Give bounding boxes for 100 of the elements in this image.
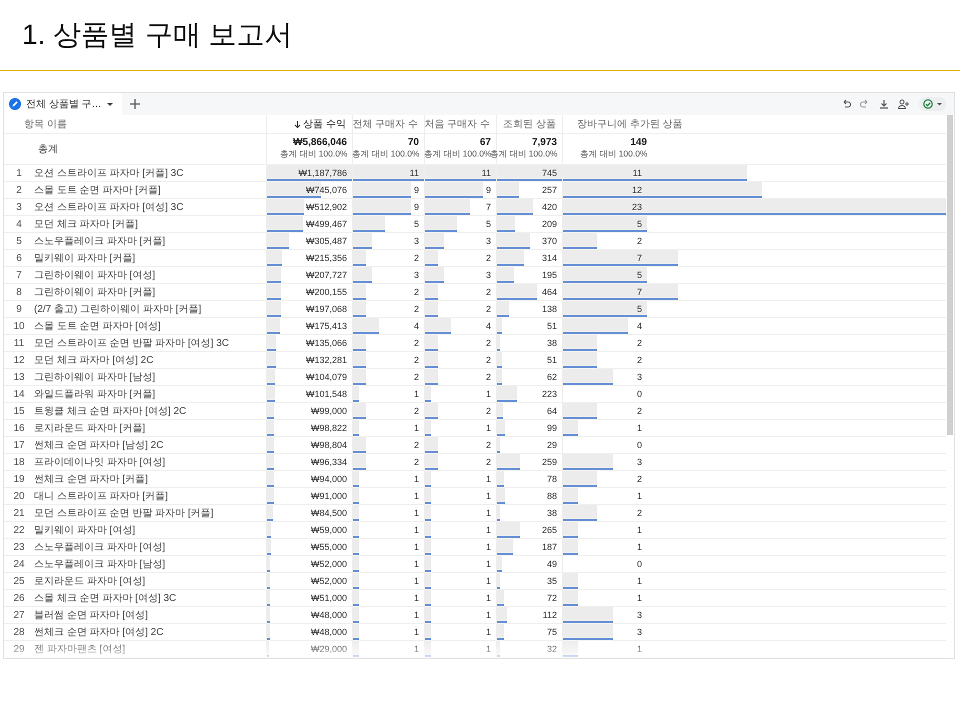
metric-value: 1 (486, 576, 491, 586)
share-person-icon[interactable] (898, 99, 910, 109)
row-number: 3 (15, 202, 23, 212)
row-number: 13 (12, 372, 26, 382)
metric-value: ₩215,356 (306, 253, 347, 263)
metric-value: 5 (636, 270, 642, 280)
metric-value: 1 (414, 389, 419, 399)
metric-value: ₩197,068 (306, 304, 347, 314)
metric-value: ₩98,822 (310, 423, 347, 433)
metric-value: 257 (542, 185, 557, 195)
metric-value: 1 (486, 627, 491, 637)
metric-value: 2 (486, 406, 491, 416)
metric-value: 1 (414, 508, 419, 518)
metric-value: 1 (636, 644, 642, 654)
status-button[interactable] (919, 97, 946, 111)
metric-value: 2 (414, 372, 419, 382)
metric-value: 420 (542, 202, 557, 212)
metric-value: 12 (632, 185, 642, 195)
metric-value: 1 (486, 491, 491, 501)
metric-value: ₩99,000 (310, 406, 347, 416)
total-value: 70 (408, 137, 419, 149)
metric-value: 1 (486, 525, 491, 535)
metric-value: 2 (486, 372, 491, 382)
row-number: 18 (12, 456, 26, 468)
metric-value: 7 (636, 253, 642, 263)
metric-value: 3 (486, 270, 491, 280)
total-share: 총계 대비 100.0% (579, 150, 647, 160)
row-number: 21 (12, 508, 26, 518)
metric-value: 38 (546, 508, 557, 518)
metric-value: 195 (542, 270, 557, 280)
metric-value: 62 (546, 372, 557, 382)
metric-value: 314 (542, 253, 557, 263)
metric-value: 2 (414, 287, 419, 297)
metric-value: ₩305,487 (306, 236, 347, 246)
metric-value: ₩52,000 (310, 559, 347, 569)
metric-value: 38 (546, 338, 557, 348)
metric-value: 464 (542, 287, 557, 297)
product-name: 썬체크 순면 파자마 [커플] (34, 473, 148, 486)
metric-value: 1 (636, 593, 642, 603)
metric-value: 2 (486, 355, 491, 365)
tab-label: 전체 상품별 구… (26, 98, 102, 111)
metric-value: 1 (414, 542, 419, 552)
column-header[interactable]: 조회된 상품 (496, 115, 562, 133)
metric-value: 2 (486, 338, 491, 348)
metric-value: ₩84,500 (310, 508, 347, 518)
metric-value: ₩94,000 (310, 474, 347, 484)
metric-value: 88 (546, 491, 557, 501)
product-name: 스몰 체크 순면 파자마 [여성] 3C (34, 592, 176, 605)
column-header[interactable]: 전체 구매자 수 (352, 115, 424, 133)
report-tab[interactable]: 전체 상품별 구… (4, 93, 122, 115)
column-header[interactable]: 상품 수익 (266, 115, 352, 133)
product-name: 그린하이웨이 파자마 [여성] (34, 269, 156, 282)
metric-value: ₩499,467 (306, 219, 347, 229)
column-header[interactable]: 항목 이름 (4, 115, 266, 133)
row-number: 15 (12, 406, 26, 416)
metric-value: ₩745,076 (306, 185, 347, 195)
row-number: 10 (12, 320, 26, 332)
metric-value: 51 (546, 321, 557, 331)
row-number: 8 (15, 286, 23, 298)
total-share: 총계 대비 100.0% (279, 150, 347, 160)
metric-value: ₩29,000 (310, 644, 347, 654)
metric-value: 3 (414, 236, 419, 246)
metric-value: 265 (542, 525, 557, 535)
metric-value: 745 (542, 168, 557, 178)
row-number: 12 (12, 354, 26, 366)
product-name: 밀키웨이 파자마 [여성] (34, 524, 136, 537)
metric-value: 1 (414, 644, 419, 654)
metric-value: 2 (414, 304, 419, 314)
metric-value: 2 (414, 440, 419, 450)
metric-value: 1 (414, 576, 419, 586)
metric-value: 3 (636, 610, 642, 620)
download-icon[interactable] (879, 99, 889, 109)
column-header[interactable]: 장바구니에 추가된 상품 (562, 115, 946, 133)
metric-value: 0 (636, 559, 642, 569)
row-number: 28 (12, 626, 26, 638)
metric-value: 4 (414, 321, 419, 331)
metric-value: 49 (546, 559, 557, 569)
pencil-icon (9, 98, 21, 110)
row-number: 20 (12, 490, 26, 502)
undo-icon[interactable] (841, 99, 851, 109)
column-header[interactable]: 처음 구매자 수 (424, 115, 496, 133)
metric-value: 75 (546, 627, 557, 637)
total-value: ₩5,866,046 (293, 137, 347, 149)
row-number: 2 (15, 184, 23, 196)
plus-icon[interactable] (130, 99, 140, 109)
metric-value: 3 (414, 270, 419, 280)
row-number: 25 (12, 576, 26, 586)
redo-icon[interactable] (860, 99, 870, 109)
metric-value: 2 (486, 457, 491, 467)
total-label: 총계 (37, 143, 58, 156)
caret-icon[interactable] (106, 102, 113, 106)
metric-value: 11 (482, 168, 491, 178)
row-number: 17 (12, 440, 26, 450)
metric-value: 0 (636, 389, 642, 399)
metric-value: 72 (546, 593, 557, 603)
total-share: 총계 대비 100.0% (351, 150, 419, 160)
metric-value: 35 (546, 576, 557, 586)
metric-value: 1 (486, 644, 491, 654)
metric-value: 259 (542, 457, 557, 467)
metric-value: 1 (636, 525, 642, 535)
